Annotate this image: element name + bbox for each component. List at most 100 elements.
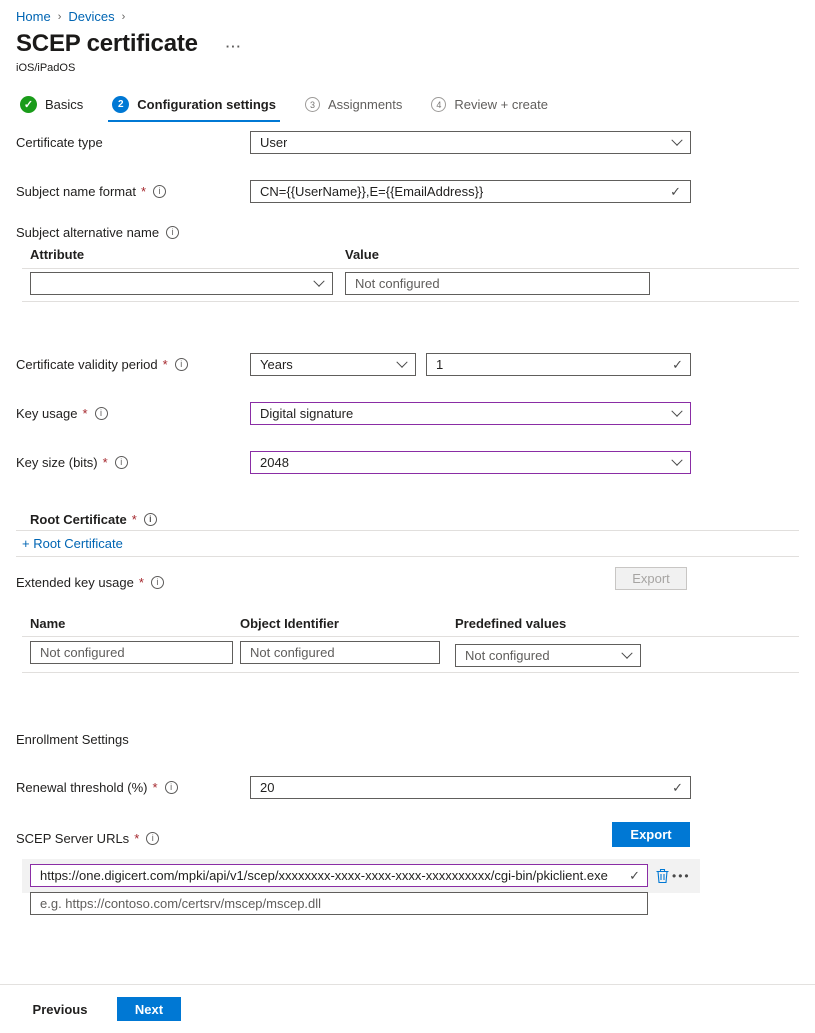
key-usage-dropdown[interactable]: Digital signature	[250, 402, 691, 425]
chevron-down-icon	[671, 454, 682, 465]
required-asterisk: *	[163, 357, 168, 372]
tab-configuration-settings-label: Configuration settings	[137, 97, 276, 112]
chevron-down-icon	[621, 647, 632, 658]
subject-alternative-name-label: Subject alternative name i	[16, 225, 179, 240]
info-icon[interactable]: i	[175, 358, 188, 371]
eku-name-input[interactable]	[30, 641, 233, 664]
table-divider	[22, 301, 799, 302]
required-asterisk: *	[139, 575, 144, 590]
tab-review-create[interactable]: 4 Review + create	[427, 94, 552, 122]
eku-oid-column-header: Object Identifier	[240, 616, 339, 631]
renewal-threshold-label: Renewal threshold (%) * i	[16, 780, 178, 795]
valid-check-icon: ✓	[629, 868, 640, 884]
info-icon[interactable]: i	[95, 407, 108, 420]
subject-name-format-label: Subject name format * i	[16, 184, 166, 199]
scep-certificate-config-page: Home › Devices › SCEP certificate ··· iO…	[0, 0, 815, 1033]
certificate-type-dropdown[interactable]: User	[250, 131, 691, 154]
tab-basics-label: Basics	[45, 97, 83, 112]
valid-check-icon: ✓	[670, 184, 681, 200]
validity-unit-value: Years	[260, 357, 293, 372]
certificate-type-label: Certificate type	[16, 135, 103, 150]
info-icon[interactable]: i	[144, 513, 157, 526]
tab-assignments[interactable]: 3 Assignments	[301, 94, 406, 122]
key-usage-value: Digital signature	[260, 406, 353, 421]
delete-url-icon[interactable]	[656, 868, 669, 888]
key-size-label: Key size (bits) * i	[16, 455, 128, 470]
chevron-down-icon	[671, 405, 682, 416]
more-options-button[interactable]: ···	[226, 39, 242, 54]
scep-urls-export-button[interactable]: Export	[612, 822, 690, 847]
eku-name-column-header: Name	[30, 616, 65, 631]
info-icon[interactable]: i	[153, 185, 166, 198]
page-title: SCEP certificate	[16, 30, 198, 58]
scep-url-input[interactable]	[30, 864, 648, 887]
chevron-down-icon	[313, 275, 324, 286]
san-value-column-header: Value	[345, 247, 379, 262]
table-divider	[22, 268, 799, 269]
required-asterisk: *	[82, 406, 87, 421]
tab-review-create-label: Review + create	[454, 97, 548, 112]
tab-assignments-label: Assignments	[328, 97, 402, 112]
san-attribute-dropdown[interactable]	[30, 272, 333, 295]
breadcrumb: Home › Devices ›	[16, 9, 125, 24]
key-usage-label: Key usage * i	[16, 406, 108, 421]
table-divider	[22, 636, 799, 637]
breadcrumb-separator-icon: ›	[58, 11, 62, 23]
required-asterisk: *	[132, 512, 137, 527]
chevron-down-icon	[671, 134, 682, 145]
chevron-down-icon	[396, 356, 407, 367]
enrollment-settings-heading: Enrollment Settings	[16, 732, 129, 747]
breadcrumb-devices-link[interactable]: Devices	[68, 9, 114, 24]
wizard-steps: ✓ Basics 2 Configuration settings 3 Assi…	[16, 94, 552, 122]
required-asterisk: *	[141, 184, 146, 199]
url-row-menu-icon[interactable]: •••	[672, 869, 691, 883]
eku-predefined-values-dropdown[interactable]: Not configured	[455, 644, 641, 667]
required-asterisk: *	[103, 455, 108, 470]
san-attribute-column-header: Attribute	[30, 247, 84, 262]
step-number-icon: 4	[431, 97, 446, 112]
san-value-input[interactable]	[345, 272, 650, 295]
valid-check-icon: ✓	[672, 780, 683, 796]
extended-key-usage-export-button: Export	[615, 567, 687, 590]
key-size-dropdown[interactable]: 2048	[250, 451, 691, 474]
breadcrumb-separator-icon: ›	[122, 11, 126, 23]
scep-server-urls-label: SCEP Server URLs * i	[16, 831, 159, 846]
previous-button[interactable]: Previous	[16, 997, 104, 1021]
add-root-certificate-link[interactable]: + Root Certificate	[22, 536, 123, 551]
info-icon[interactable]: i	[166, 226, 179, 239]
platform-subtitle: iOS/iPadOS	[16, 62, 75, 74]
footer-divider	[0, 984, 815, 985]
tab-basics[interactable]: ✓ Basics	[16, 94, 87, 122]
renewal-threshold-input[interactable]	[250, 776, 691, 799]
validity-unit-dropdown[interactable]: Years	[250, 353, 416, 376]
certificate-validity-period-label: Certificate validity period * i	[16, 357, 188, 372]
valid-check-icon: ✓	[672, 357, 683, 373]
extended-key-usage-label: Extended key usage * i	[16, 575, 164, 590]
table-divider	[22, 672, 799, 673]
eku-oid-input[interactable]	[240, 641, 440, 664]
step-number-icon: 2	[112, 96, 129, 113]
required-asterisk: *	[134, 831, 139, 846]
subject-name-format-value: CN={{UserName}},E={{EmailAddress}}	[260, 184, 483, 199]
certificate-type-value: User	[260, 135, 287, 150]
info-icon[interactable]: i	[146, 832, 159, 845]
section-divider	[16, 530, 799, 531]
root-certificate-label: Root Certificate * i	[30, 512, 157, 527]
eku-predefined-value: Not configured	[465, 648, 550, 663]
section-divider	[16, 556, 799, 557]
step-complete-icon: ✓	[20, 96, 37, 113]
key-size-value: 2048	[260, 455, 289, 470]
tab-configuration-settings[interactable]: 2 Configuration settings	[108, 94, 280, 122]
breadcrumb-home-link[interactable]: Home	[16, 9, 51, 24]
scep-url-new-input[interactable]	[30, 892, 648, 915]
info-icon[interactable]: i	[151, 576, 164, 589]
next-button[interactable]: Next	[117, 997, 181, 1021]
required-asterisk: *	[153, 780, 158, 795]
step-number-icon: 3	[305, 97, 320, 112]
info-icon[interactable]: i	[115, 456, 128, 469]
info-icon[interactable]: i	[165, 781, 178, 794]
scep-url-row: ✓ •••	[22, 859, 700, 893]
validity-amount-input[interactable]	[426, 353, 691, 376]
subject-name-format-combobox[interactable]: CN={{UserName}},E={{EmailAddress}} ✓	[250, 180, 691, 203]
eku-predefined-column-header: Predefined values	[455, 616, 566, 631]
